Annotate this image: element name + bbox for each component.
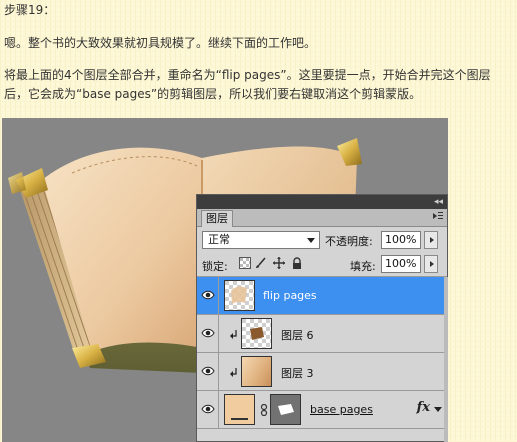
collapse-icon[interactable]: ◂◂ <box>434 196 443 208</box>
body-paragraph-line-1: 将最上面的4个图层全部合并，重命名为“flip pages”。这里要提一点，开始… <box>4 68 491 82</box>
visibility-toggle[interactable] <box>197 353 219 391</box>
layer-name[interactable]: 图层 6 <box>281 327 314 343</box>
body-paragraph-line-2: 后，它会成为“base pages”的剪辑图层，所以我们要右键取消这个剪辑蒙版。 <box>4 87 422 101</box>
layer-row-layer-6[interactable]: 图层 6 <box>197 315 444 353</box>
blend-mode-value: 正常 <box>208 233 230 246</box>
chain-link-icon[interactable] <box>260 404 268 416</box>
blend-opacity-row: 正常 不透明度: 100% <box>197 228 447 252</box>
layer-name[interactable]: base pages <box>310 403 373 416</box>
fill-slider-button[interactable] <box>424 255 438 273</box>
layer-mask-thumbnail[interactable] <box>270 394 301 425</box>
flip-pages-thumbnail-art <box>231 286 247 304</box>
chevron-down-icon <box>307 238 315 243</box>
panel-tab-bar: 图层 <box>197 209 447 227</box>
opacity-input[interactable]: 100% <box>381 231 421 249</box>
lock-fill-row: 锁定: 填充: 100% <box>197 252 447 277</box>
layer-thumbnail <box>224 280 255 311</box>
fx-expand-arrow-icon[interactable] <box>434 407 442 412</box>
layers-panel: ◂◂ 图层 正常 不透明度: 100% 锁定: 填充: 100% flip pa… <box>196 194 448 442</box>
layer-name[interactable]: flip pages <box>263 289 317 302</box>
fill-input[interactable]: 100% <box>381 255 421 273</box>
layer-thumbnail <box>241 318 272 349</box>
blend-mode-select[interactable]: 正常 <box>202 231 320 249</box>
layer-row-flip-pages[interactable]: flip pages <box>197 277 444 315</box>
layer-name[interactable]: 图层 3 <box>281 365 314 381</box>
lock-paint-brush-icon[interactable] <box>255 257 267 269</box>
panel-menu-icon[interactable] <box>433 212 443 221</box>
eye-icon <box>201 366 215 376</box>
layer-row-base-pages[interactable]: base pages fx <box>197 391 444 429</box>
step-title: 步骤19： <box>4 3 56 17</box>
layer-thumbnail <box>241 356 272 387</box>
eye-icon <box>201 404 215 414</box>
layer-row-layer-3[interactable]: 图层 3 <box>197 353 444 391</box>
intro-paragraph: 嗯。整个书的大致效果就初具规模了。继续下面的工作吧。 <box>4 36 317 50</box>
layer-thumbnail <box>224 394 255 425</box>
clipping-mask-arrow-icon <box>230 330 237 339</box>
opacity-label: 不透明度: <box>325 235 373 248</box>
tutorial-screenshot: ◂◂ 图层 正常 不透明度: 100% 锁定: 填充: 100% flip pa… <box>2 118 448 442</box>
lock-transparency-icon[interactable] <box>239 257 251 269</box>
visibility-toggle[interactable] <box>197 391 219 429</box>
visibility-toggle[interactable] <box>197 315 219 353</box>
fill-label: 填充: <box>350 260 376 273</box>
lock-all-icon[interactable] <box>291 257 303 269</box>
fx-icon[interactable]: fx <box>417 400 430 415</box>
eye-icon <box>201 328 215 338</box>
visibility-toggle[interactable] <box>197 277 219 315</box>
panel-title-bar: ◂◂ <box>197 195 447 209</box>
layers-scrollbar[interactable] <box>444 277 448 442</box>
layer-6-thumbnail-art <box>250 327 264 340</box>
opacity-slider-button[interactable] <box>424 231 438 249</box>
lock-move-icon[interactable] <box>273 257 285 269</box>
clipping-mask-arrow-icon <box>230 368 237 377</box>
lock-label: 锁定: <box>202 260 228 273</box>
eye-icon <box>201 290 215 300</box>
tab-layers[interactable]: 图层 <box>201 210 233 227</box>
mask-shape <box>278 404 294 415</box>
